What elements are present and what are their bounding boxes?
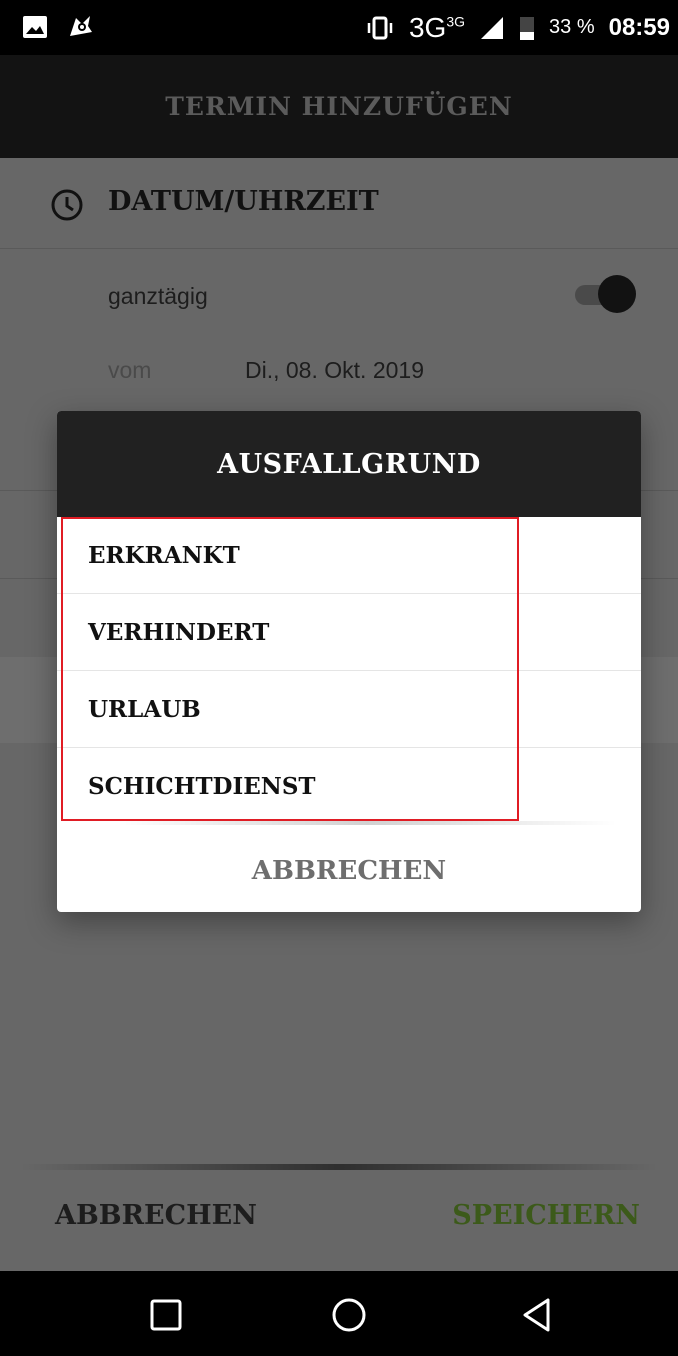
image-icon (23, 16, 47, 38)
cancel-button[interactable]: ABBRECHEN (55, 1200, 257, 1231)
section-datetime: DATUM/UHRZEIT (0, 158, 678, 249)
dialog-header: AUSFALLGRUND (57, 411, 641, 517)
option-label: VERHINDERT (88, 618, 270, 646)
clock-time: 08:59 (608, 13, 670, 41)
back-icon[interactable] (518, 1295, 558, 1335)
antivirus-icon (70, 16, 92, 36)
vibrate-icon (367, 16, 393, 39)
dialog-title: AUSFALLGRUND (217, 448, 481, 480)
divider (20, 1164, 658, 1170)
recents-icon[interactable] (146, 1295, 186, 1335)
reason-dialog: AUSFALLGRUND ERKRANKT VERHINDERT URLAUB … (57, 411, 641, 912)
app-header: TERMIN HINZUFÜGEN (0, 55, 678, 158)
battery-icon (520, 16, 535, 40)
system-nav-bar (0, 1271, 678, 1356)
battery-percent: 33 % (549, 16, 595, 38)
option-urlaub[interactable]: URLAUB (57, 671, 641, 748)
allday-toggle-thumb[interactable] (598, 275, 636, 313)
status-right-icons: 3G3G 33 % 08:59 (365, 0, 670, 55)
option-label: ERKRANKT (88, 541, 240, 569)
dialog-cancel-button[interactable]: ABBRECHEN (57, 829, 641, 912)
section-title: DATUM/UHRZEIT (108, 186, 379, 217)
from-label: vom (108, 357, 152, 383)
divider (117, 821, 617, 825)
reason-options-list: ERKRANKT VERHINDERT URLAUB SCHICHTDIENST (57, 517, 641, 824)
status-left-icons (22, 14, 94, 40)
allday-label: ganztägig (108, 283, 208, 309)
network-type: 3G3G (408, 11, 466, 43)
app-screen: 3G3G 33 % 08:59 TERMIN HINZUFÜGEN DATUM/… (0, 0, 678, 1356)
clock-icon (51, 189, 83, 221)
option-erkrankt[interactable]: ERKRANKT (57, 517, 641, 594)
option-label: URLAUB (88, 695, 201, 723)
save-button[interactable]: SPEICHERN (452, 1200, 640, 1231)
page-title: TERMIN HINZUFÜGEN (165, 92, 513, 121)
home-icon[interactable] (329, 1295, 369, 1335)
option-schichtdienst[interactable]: SCHICHTDIENST (57, 748, 641, 824)
option-label: SCHICHTDIENST (88, 772, 316, 800)
status-bar: 3G3G 33 % 08:59 (0, 0, 678, 55)
signal-icon (481, 16, 504, 39)
from-date[interactable]: Di., 08. Okt. 2019 (245, 357, 424, 384)
option-verhindert[interactable]: VERHINDERT (57, 594, 641, 671)
dialog-cancel-label: ABBRECHEN (251, 855, 447, 886)
